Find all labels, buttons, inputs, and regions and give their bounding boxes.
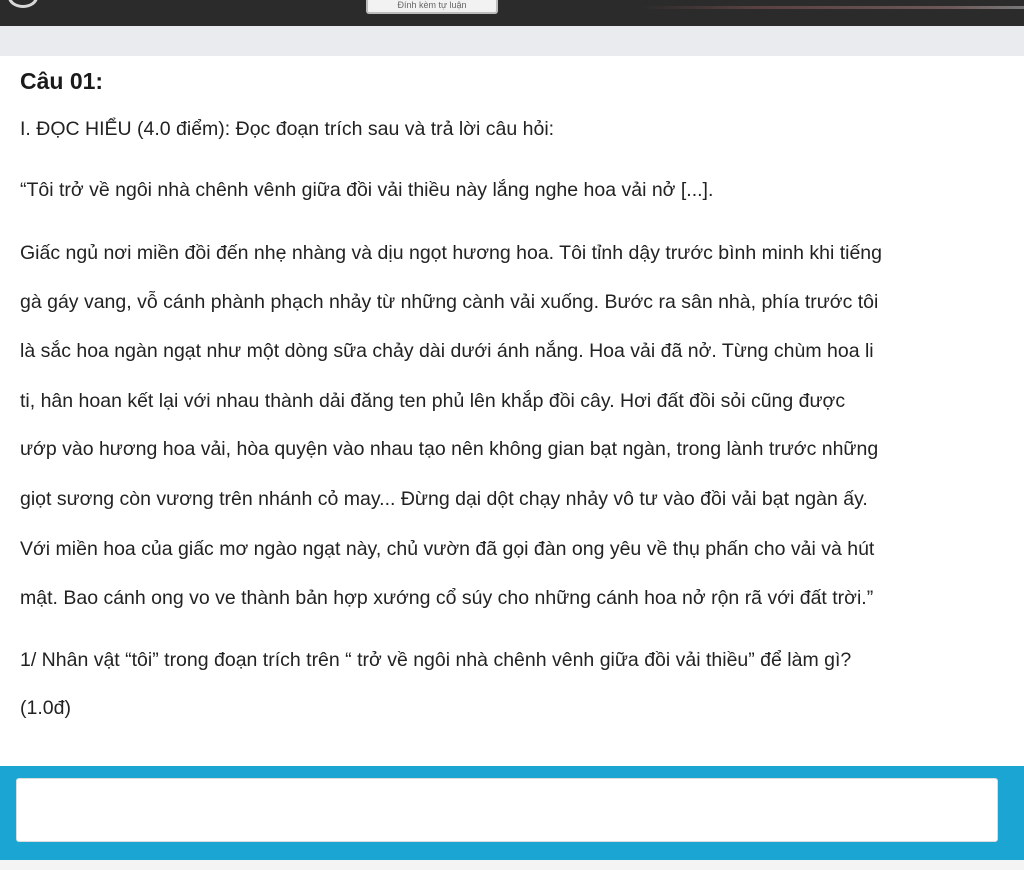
attach-essay-button[interactable]: Đính kèm tự luận [366, 0, 498, 14]
passage-line: là sắc hoa ngàn ngạt như một dòng sữa ch… [20, 340, 874, 362]
top-bar: Đính kèm tự luận [0, 0, 1024, 26]
question-card: Câu 01: I. ĐỌC HIỂU (4.0 điểm): Đọc đoạn… [0, 56, 1024, 766]
passage-line: mật. Bao cánh ong vo ve thành bản hợp xư… [20, 587, 874, 609]
passage-line: gà gáy vang, vỗ cánh phành phạch nhảy từ… [20, 291, 879, 313]
question-prompt: 1/ Nhân vật “tôi” trong đoạn trích trên … [20, 649, 852, 671]
passage-line: ti, hân hoan kết lại với nhau thành dải … [20, 390, 846, 412]
answer-area [0, 766, 1024, 860]
passage-line: Với miền hoa của giấc mơ ngào ngạt này, … [20, 538, 875, 560]
passage-line: ướp vào hương hoa vải, hòa quyện vào nha… [20, 438, 879, 460]
section-heading: I. ĐỌC HIỂU (4.0 điểm): Đọc đoạn trích s… [20, 118, 555, 140]
question-points: (1.0đ) [20, 697, 71, 719]
passage-line: Giấc ngủ nơi miền đồi đến nhẹ nhàng và d… [20, 242, 882, 264]
header-spacer [0, 26, 1024, 56]
passage-line: giọt sương còn vương trên nhánh cỏ may..… [20, 488, 868, 510]
question-title: Câu 01: [20, 68, 104, 94]
bottom-strip [0, 860, 1024, 870]
answer-input[interactable] [16, 778, 998, 842]
back-arrow-icon[interactable] [8, 0, 38, 8]
progress-indicator [640, 6, 1024, 9]
passage-intro: “Tôi trở về ngôi nhà chênh vênh giữa đồi… [20, 179, 714, 201]
